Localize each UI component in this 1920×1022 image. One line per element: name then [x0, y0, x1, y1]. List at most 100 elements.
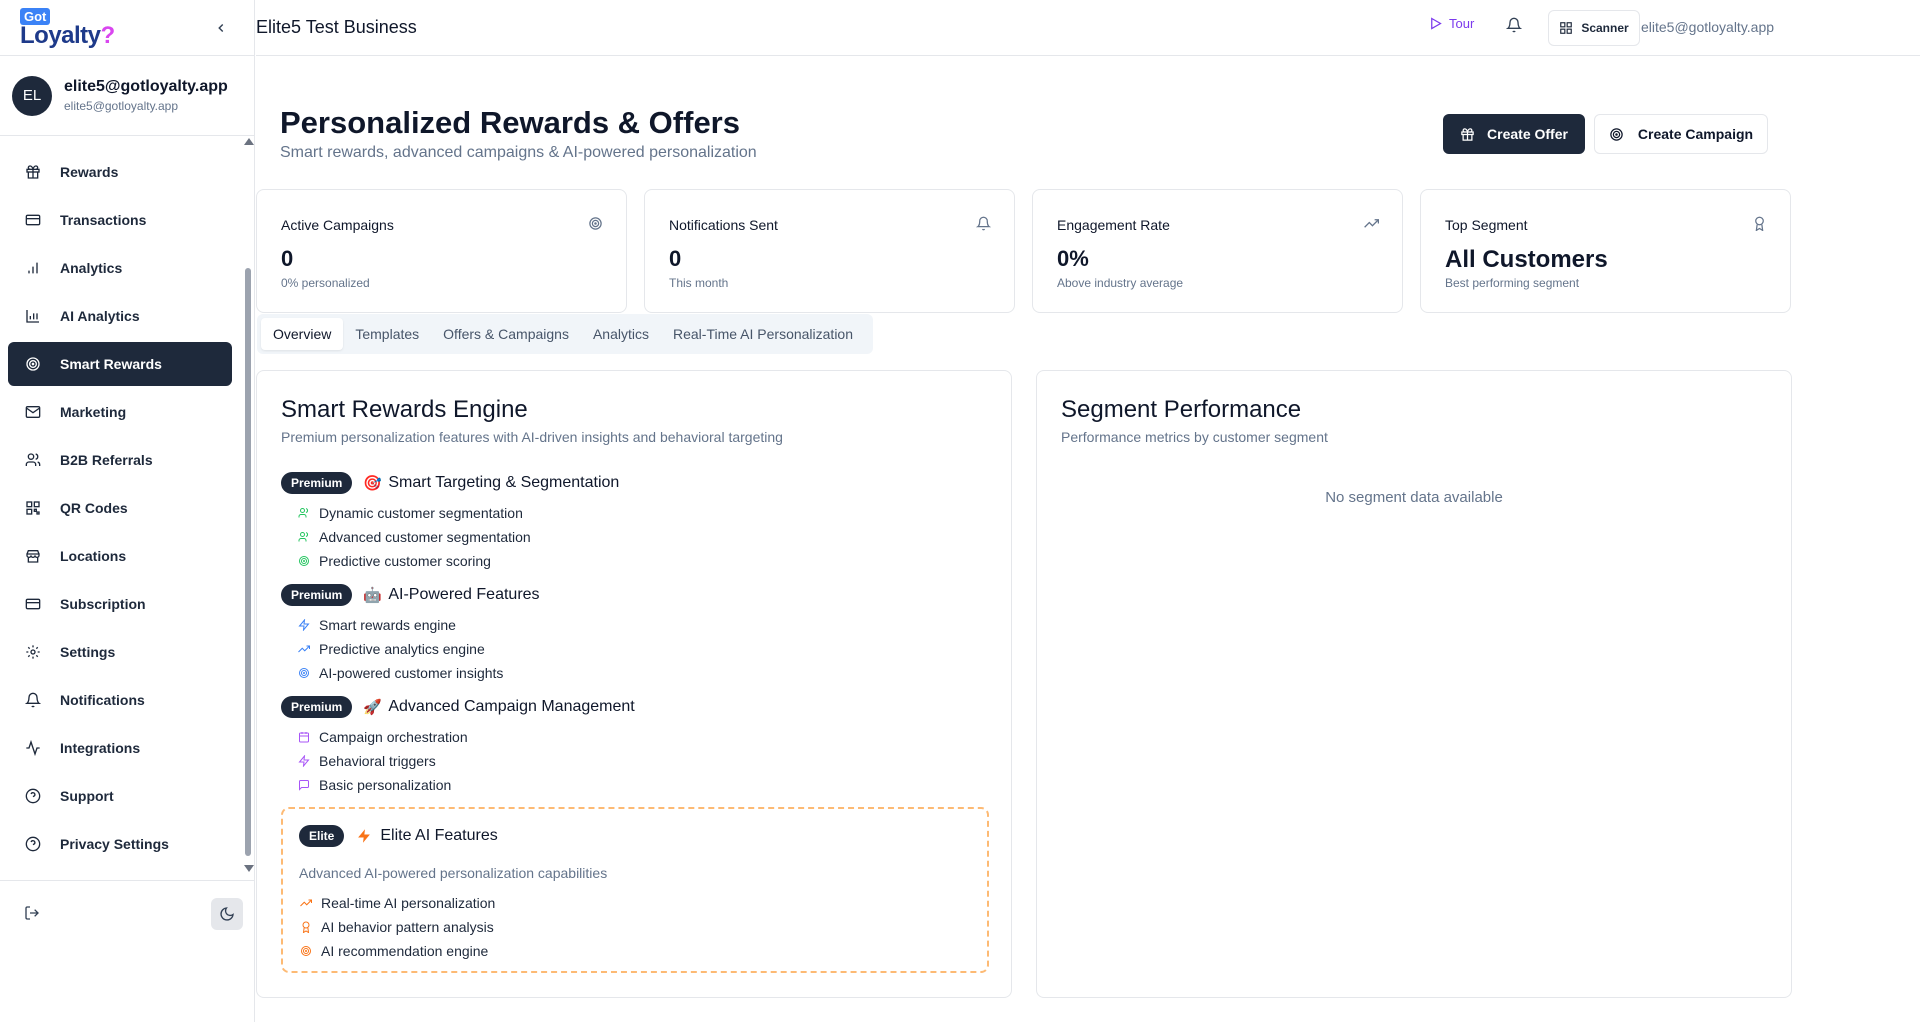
sidebar-item-ai-analytics[interactable]: AI Analytics [8, 294, 232, 338]
sidebar-item-label: QR Codes [60, 500, 128, 516]
stat-label: Engagement Rate [1057, 217, 1170, 233]
bell-icon [24, 691, 42, 709]
users-icon [24, 451, 42, 469]
profile-email: elite5@gotloyalty.app [64, 99, 179, 113]
elite-badge: Elite [299, 825, 345, 847]
account-email[interactable]: elite5@gotloyalty.app [1641, 19, 1774, 35]
sidebar: Got Loyalty? EL elite5@gotloyalty.app el… [0, 0, 255, 1022]
sidebar-item-integrations[interactable]: Integrations [8, 726, 232, 770]
sidebar-item-label: Subscription [60, 596, 146, 612]
logo[interactable]: Got Loyalty? [20, 6, 115, 50]
activity-icon [24, 739, 42, 757]
sidebar-item-label: Privacy Settings [60, 836, 169, 852]
bell-icon [975, 216, 992, 232]
trending-up-icon [299, 896, 313, 910]
create-offer-button[interactable]: Create Offer [1443, 114, 1585, 154]
elite-features-box: Elite Elite AI Features Advanced AI-powe… [281, 807, 989, 973]
elite-description: Advanced AI-powered personalization capa… [299, 865, 608, 881]
sidebar-item-privacy-settings[interactable]: Privacy Settings [8, 822, 232, 866]
sidebar-item-transactions[interactable]: Transactions [8, 198, 232, 242]
tour-button[interactable]: Tour [1428, 16, 1474, 31]
tab-offers-campaigns[interactable]: Offers & Campaigns [431, 318, 581, 350]
sidebar-item-qr-codes[interactable]: QR Codes [8, 486, 232, 530]
scanner-label: Scanner [1581, 21, 1629, 35]
sidebar-item-subscription[interactable]: Subscription [8, 582, 232, 626]
sidebar-footer [0, 880, 255, 950]
stat-sub: Best performing segment [1445, 276, 1580, 290]
panel-description: Premium personalization features with AI… [281, 429, 783, 445]
sidebar-item-label: Settings [60, 644, 116, 660]
logo-text: Loyalty? [20, 22, 115, 50]
stat-label: Active Campaigns [281, 217, 394, 233]
list-item: Real-time AI personalization [299, 891, 495, 915]
trending-up-icon [1364, 216, 1380, 232]
target-icon [1610, 127, 1623, 141]
scroll-thumb[interactable] [245, 268, 251, 856]
sidebar-item-label: Rewards [60, 164, 119, 180]
scroll-down-arrow-icon[interactable] [244, 865, 254, 872]
stat-value: 0% [1057, 246, 1089, 271]
notifications-button[interactable] [1505, 17, 1524, 35]
sidebar-item-locations[interactable]: Locations [8, 534, 232, 578]
sidebar-item-notifications[interactable]: Notifications [8, 678, 232, 722]
logo-mark: ? [100, 21, 116, 49]
help-icon [24, 787, 42, 805]
collapse-sidebar-button[interactable] [210, 17, 232, 39]
target-icon [588, 216, 604, 232]
target-emoji-icon: 🎯 [363, 475, 382, 492]
stat-value: 0 [281, 246, 294, 271]
sidebar-item-settings[interactable]: Settings [8, 630, 232, 674]
play-icon [1431, 17, 1442, 30]
chevron-left-icon [218, 23, 224, 33]
sidebar-item-support[interactable]: Support [8, 774, 232, 818]
sidebar-item-label: Marketing [60, 404, 127, 420]
sidebar-scrollbar[interactable] [243, 136, 254, 876]
tab-overview[interactable]: Overview [261, 318, 344, 350]
premium-badge: Premium [281, 696, 353, 718]
sidebar-item-b2b-referrals[interactable]: B2B Referrals [8, 438, 232, 482]
sidebar-item-rewards[interactable]: Rewards [8, 150, 232, 194]
create-campaign-button[interactable]: Create Campaign [1594, 114, 1768, 154]
store-icon [24, 547, 42, 565]
tab-real-time-ai[interactable]: Real-Time AI Personalization [661, 318, 865, 350]
message-icon [297, 778, 311, 792]
bar-chart-icon [24, 259, 42, 277]
scroll-up-arrow-icon[interactable] [244, 138, 254, 145]
zap-icon [297, 618, 311, 632]
logout-button[interactable] [24, 905, 42, 923]
profile-name: elite5@gotloyalty.app [64, 78, 228, 95]
create-offer-label: Create Offer [1487, 126, 1568, 142]
card-icon [24, 595, 42, 613]
business-name: Elite5 Test Business [256, 17, 417, 37]
sidebar-item-marketing[interactable]: Marketing [8, 390, 232, 434]
list-item-label: Real-time AI personalization [321, 895, 496, 911]
list-item: Campaign orchestration [297, 725, 635, 749]
list-item: AI recommendation engine [299, 939, 495, 963]
logo-row: Got Loyalty? [0, 0, 254, 56]
logo-main-text: Loyalty [20, 21, 101, 49]
sidebar-item-analytics[interactable]: Analytics [8, 246, 232, 290]
lightning-icon [354, 826, 374, 846]
user-profile[interactable]: EL elite5@gotloyalty.app elite5@gotloyal… [0, 56, 254, 136]
avatar: EL [12, 75, 52, 116]
panel-description: Performance metrics by customer segment [1061, 429, 1328, 445]
gear-icon [24, 643, 42, 661]
list-item: Smart rewards engine [297, 613, 540, 637]
qr-icon [24, 499, 42, 517]
sidebar-item-smart-rewards[interactable]: Smart Rewards [8, 342, 232, 386]
list-item: Behavioral triggers [297, 749, 635, 773]
sidebar-item-label: Support [60, 788, 114, 804]
scanner-button[interactable]: Scanner [1548, 10, 1640, 46]
tab-analytics[interactable]: Analytics [581, 318, 661, 350]
zap-icon [297, 754, 311, 768]
target-icon [297, 666, 311, 680]
tour-label: Tour [1449, 16, 1475, 31]
users-icon [297, 530, 311, 544]
robot-emoji-icon: 🤖 [363, 587, 382, 604]
list-item-label: Predictive customer scoring [319, 553, 491, 569]
tab-templates[interactable]: Templates [343, 318, 431, 350]
list-item-label: AI-powered customer insights [319, 665, 504, 681]
theme-toggle-button[interactable] [211, 898, 243, 930]
stat-card-active-campaigns: Active Campaigns 0 0% personalized [256, 189, 627, 313]
list-item-label: Predictive analytics engine [319, 641, 485, 657]
